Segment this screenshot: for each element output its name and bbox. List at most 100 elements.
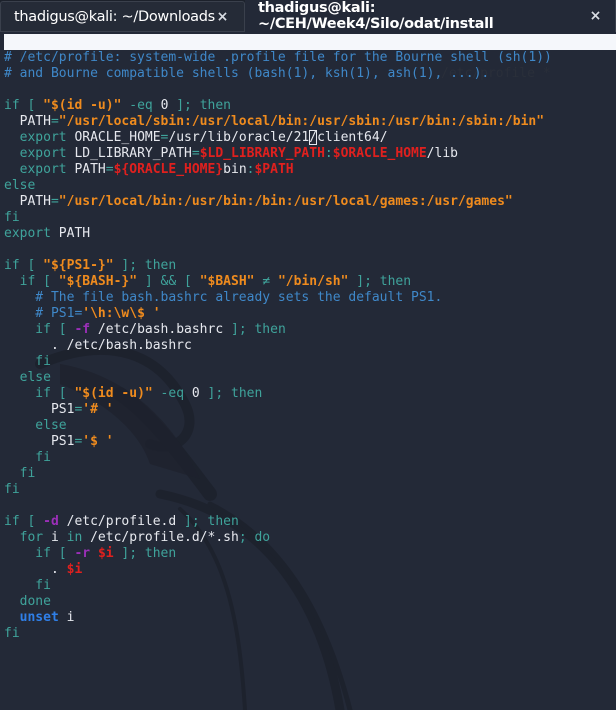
- variable-token: $PATH: [254, 162, 294, 177]
- code-line[interactable]: fi: [4, 450, 552, 466]
- text-token: ORACLE_HOME: [74, 130, 161, 145]
- code-line[interactable]: if [ -f /etc/bash.bashrc ]; then: [4, 322, 552, 338]
- text-token: .: [4, 562, 67, 577]
- code-line[interactable]: export LD_LIBRARY_PATH=$LD_LIBRARY_PATH:…: [4, 146, 552, 162]
- code-line[interactable]: # /etc/profile: system-wide .profile fil…: [4, 50, 552, 66]
- code-line[interactable]: unset i: [4, 610, 552, 626]
- string-token: "$BASH": [199, 274, 255, 289]
- keyword-token: ]; then: [223, 322, 286, 337]
- keyword-token: if [: [4, 386, 75, 401]
- text-token: PATH: [58, 226, 91, 241]
- tab-title: thadigus@kali: ~/CEH/Week4/Silo/odat/ins…: [258, 0, 494, 32]
- keyword-token: ]; then: [113, 546, 177, 561]
- text-token: /etc/bash.bashrc: [90, 322, 224, 337]
- code-line[interactable]: if [ "$(id -u)" -eq 0 ]; then: [4, 98, 552, 114]
- text-token: PATH: [4, 114, 51, 129]
- keyword-token: else: [4, 178, 36, 193]
- text-token: /etc/profile.d/*.sh: [90, 530, 239, 545]
- keyword-token: fi: [4, 450, 51, 465]
- code-line[interactable]: if [ "${PS1-}" ]; then: [4, 258, 552, 274]
- keyword-token: -eq: [121, 98, 161, 113]
- tab-downloads[interactable]: thadigus@kali: ~/Downloads ×: [0, 1, 245, 32]
- code-line[interactable]: fi: [4, 354, 552, 370]
- code-line[interactable]: PATH="/usr/local/sbin:/usr/local/bin:/us…: [4, 114, 552, 130]
- keyword-token: -eq: [152, 386, 192, 401]
- text-token: 0: [191, 386, 200, 401]
- variable-token: $ORACLE_HOME: [332, 146, 427, 161]
- keyword-token: fi: [4, 482, 20, 497]
- keyword-token: ]; then: [168, 98, 232, 113]
- string-token: "$(id -u)": [74, 386, 153, 401]
- keyword-token: else: [4, 418, 67, 433]
- code-line[interactable]: fi: [4, 626, 552, 642]
- comment-token: # /etc/profile: system-wide .profile fil…: [4, 50, 552, 65]
- text-token: /lib: [426, 146, 458, 161]
- keyword-token: ]; then: [113, 258, 177, 273]
- variable-token: ${ORACLE_HOME}: [113, 162, 224, 177]
- keyword-token: if [: [4, 274, 59, 289]
- code-line[interactable]: . $i: [4, 562, 552, 578]
- code-line[interactable]: export ORACLE_HOME=/usr/lib/oracle/21/cl…: [4, 130, 552, 146]
- code-line[interactable]: if [ "${BASH-}" ] && [ "$BASH" ≠ "/bin/s…: [4, 274, 552, 290]
- string-token: "${BASH-}": [58, 274, 138, 289]
- code-line[interactable]: else: [4, 370, 552, 386]
- keyword-token: else: [4, 370, 51, 385]
- string-token: "/bin/sh": [277, 274, 349, 289]
- variable-token: $i: [66, 562, 83, 577]
- text-token: client64/: [317, 130, 388, 145]
- text-token: LD_LIBRARY_PATH: [74, 146, 192, 161]
- code-line[interactable]: PS1='$ ': [4, 434, 552, 450]
- code-line[interactable]: # and Bourne compatible shells (bash(1),…: [4, 66, 552, 82]
- file-content[interactable]: # /etc/profile: system-wide .profile fil…: [4, 50, 552, 642]
- code-line[interactable]: if [ -r $i ]; then: [4, 546, 552, 562]
- keyword-token: if [: [4, 546, 75, 561]
- nano-title-bar: GNU nano 6.0 /etc/profile *: [4, 34, 616, 81]
- keyword-token: ]; then: [199, 386, 263, 401]
- keyword-token: export: [4, 146, 75, 161]
- text-token: . /etc/bash.bashrc: [4, 338, 192, 353]
- code-line[interactable]: [4, 82, 552, 98]
- code-line[interactable]: fi: [4, 578, 552, 594]
- code-line[interactable]: export PATH: [4, 226, 552, 242]
- keyword-token: =: [50, 114, 59, 129]
- text-token: bin: [223, 162, 247, 177]
- keyword-token: :: [324, 146, 333, 161]
- close-tab-icon[interactable]: ×: [590, 8, 602, 24]
- tab-odat-install[interactable]: thadigus@kali: ~/CEH/Week4/Silo/odat/ins…: [245, 0, 616, 32]
- keyword-token: =: [50, 194, 59, 209]
- test-operator-token: -d: [43, 514, 59, 529]
- code-line[interactable]: # The file bash.bashrc already sets the …: [4, 290, 552, 306]
- code-line[interactable]: # PS1='\h:\w\$ ': [4, 306, 552, 322]
- code-line[interactable]: [4, 242, 552, 258]
- code-line[interactable]: if [ -d /etc/profile.d ]; then: [4, 514, 552, 530]
- code-line[interactable]: PS1='# ': [4, 402, 552, 418]
- code-line[interactable]: . /etc/bash.bashrc: [4, 338, 552, 354]
- keyword-token: fi: [4, 466, 36, 481]
- test-operator-token: -f: [74, 322, 91, 337]
- tab-title: thadigus@kali: ~/Downloads: [14, 8, 215, 25]
- code-line[interactable]: if [ "$(id -u)" -eq 0 ]; then: [4, 386, 552, 402]
- code-line[interactable]: fi: [4, 482, 552, 498]
- keyword-token: if [: [4, 98, 44, 113]
- keyword-token: ]; then: [176, 514, 239, 529]
- code-line[interactable]: else: [4, 178, 552, 194]
- code-line[interactable]: fi: [4, 210, 552, 226]
- comment-token: # and Bourne compatible shells (bash(1),…: [4, 66, 490, 81]
- code-line[interactable]: for i in /etc/profile.d/*.sh; do: [4, 530, 552, 546]
- text-token: i: [50, 530, 59, 545]
- keyword-token: if [: [4, 514, 44, 529]
- string-token: "${PS1-}": [43, 258, 114, 273]
- code-line[interactable]: fi: [4, 466, 552, 482]
- keyword-token: in: [58, 530, 91, 545]
- nano-editor[interactable]: GNU nano 6.0 /etc/profile * # /etc/profi…: [0, 34, 616, 710]
- string-token: '$ ': [82, 434, 114, 449]
- builtin-token: unset: [4, 610, 59, 625]
- code-line[interactable]: done: [4, 594, 552, 610]
- code-line[interactable]: [4, 498, 552, 514]
- keyword-token: export: [4, 162, 75, 177]
- code-line[interactable]: export PATH=${ORACLE_HOME}bin:$PATH: [4, 162, 552, 178]
- text-token: /etc/profile.d: [58, 514, 177, 529]
- code-line[interactable]: else: [4, 418, 552, 434]
- code-line[interactable]: PATH="/usr/local/bin:/usr/bin:/bin:/usr/…: [4, 194, 552, 210]
- close-tab-icon[interactable]: ×: [217, 9, 229, 25]
